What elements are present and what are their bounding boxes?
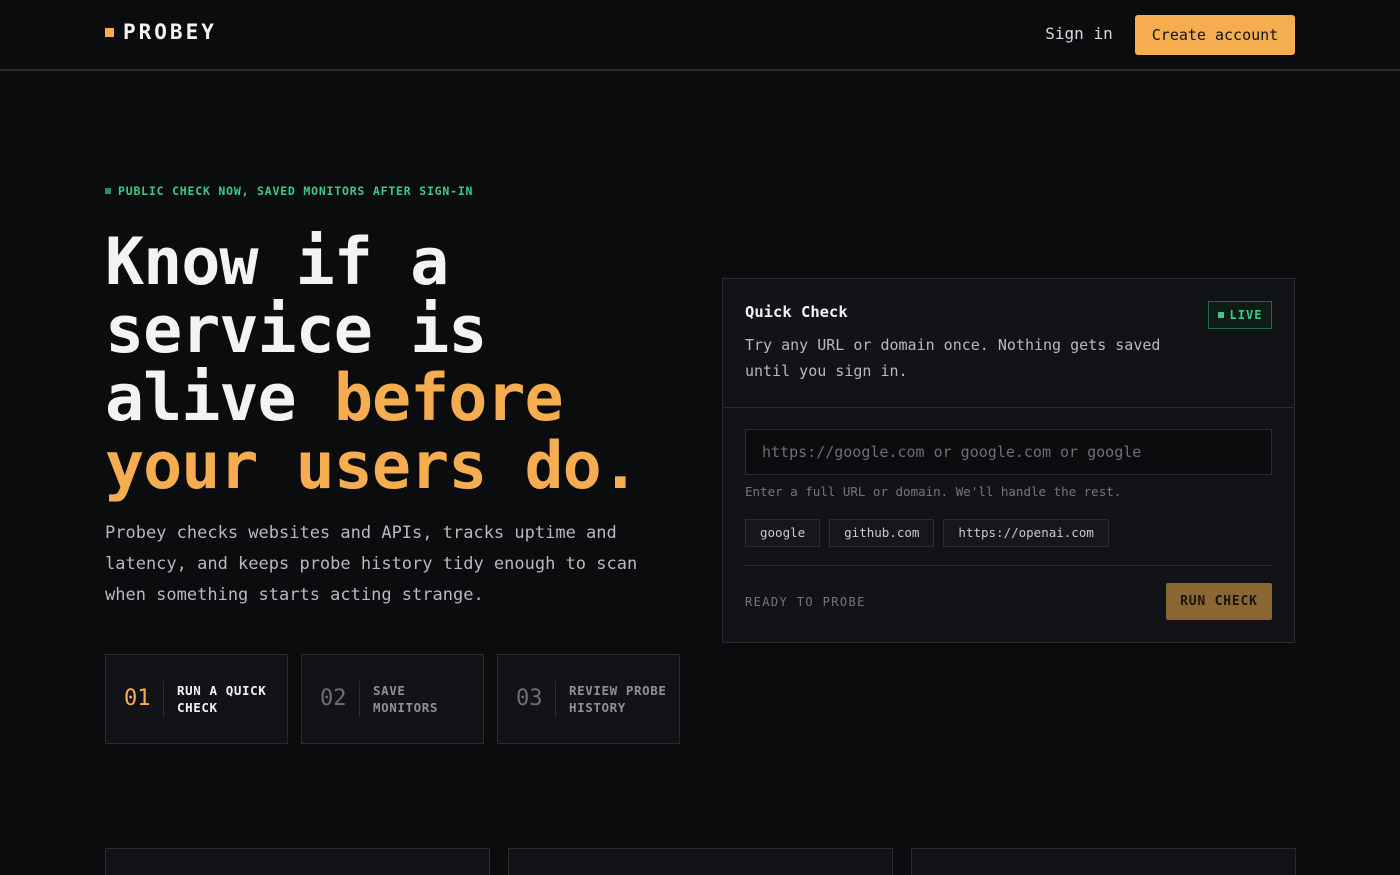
create-account-button[interactable]: Create account: [1135, 15, 1295, 55]
quick-check-card: Quick Check LIVE Try any URL or domain o…: [722, 278, 1295, 643]
headline-line-2: service is: [105, 293, 487, 368]
headline-accent-1: before: [333, 361, 564, 436]
feature-cards: [105, 848, 1296, 875]
url-input[interactable]: [745, 429, 1272, 475]
live-dot-icon: [1217, 312, 1224, 318]
square-dot-icon: [105, 188, 111, 194]
brand-name: PROBEY: [123, 20, 217, 44]
hero-eyebrow: PUBLIC CHECK NOW, SAVED MONITORS AFTER S…: [105, 184, 473, 198]
headline-line-1: Know if a: [105, 225, 449, 300]
input-hint: Enter a full URL or domain. We'll handle…: [745, 484, 1122, 499]
step-number: 02: [320, 681, 360, 717]
feature-card: [105, 848, 490, 875]
chip-openai[interactable]: https://openai.com: [943, 519, 1109, 547]
live-badge: LIVE: [1208, 301, 1272, 329]
step-label: SAVE MONITORS: [373, 682, 439, 716]
step-label: RUN A QUICK CHECK: [177, 682, 267, 716]
feature-card: [911, 848, 1296, 875]
brand-logo[interactable]: PROBEY: [105, 20, 217, 44]
step-list: 01 RUN A QUICK CHECK 02 SAVE MONITORS 03…: [105, 654, 680, 744]
step-number: 01: [124, 681, 164, 717]
feature-card: [508, 848, 893, 875]
chip-google[interactable]: google: [745, 519, 821, 547]
brand-mark-icon: [105, 27, 114, 37]
step-label: REVIEW PROBE HISTORY: [569, 682, 667, 716]
headline-line-3: alive: [105, 361, 334, 436]
card-divider: [745, 565, 1272, 566]
step-save-monitors[interactable]: 02 SAVE MONITORS: [301, 654, 484, 744]
example-chips: google github.com https://openai.com: [745, 519, 1109, 547]
probe-status: READY TO PROBE: [745, 595, 866, 609]
step-number: 03: [516, 681, 556, 717]
card-description: Try any URL or domain once. Nothing gets…: [745, 336, 1161, 380]
hero-headline: Know if a service is alive before your u…: [105, 229, 725, 501]
chip-github[interactable]: github.com: [829, 519, 935, 547]
top-nav: PROBEY Sign in Create account: [0, 0, 1400, 71]
headline-accent-2: your users do.: [105, 429, 640, 504]
step-run-quick-check[interactable]: 01 RUN A QUICK CHECK: [105, 654, 288, 744]
sign-in-link[interactable]: Sign in: [1036, 24, 1122, 46]
hero-description: Probey checks websites and APIs, tracks …: [105, 523, 638, 605]
eyebrow-text: PUBLIC CHECK NOW, SAVED MONITORS AFTER S…: [118, 184, 474, 198]
run-check-button[interactable]: RUN CHECK: [1166, 583, 1272, 620]
live-badge-label: LIVE: [1229, 308, 1263, 322]
step-review-history[interactable]: 03 REVIEW PROBE HISTORY: [497, 654, 680, 744]
card-header: Quick Check LIVE Try any URL or domain o…: [723, 279, 1294, 408]
card-title: Quick Check: [745, 303, 848, 321]
